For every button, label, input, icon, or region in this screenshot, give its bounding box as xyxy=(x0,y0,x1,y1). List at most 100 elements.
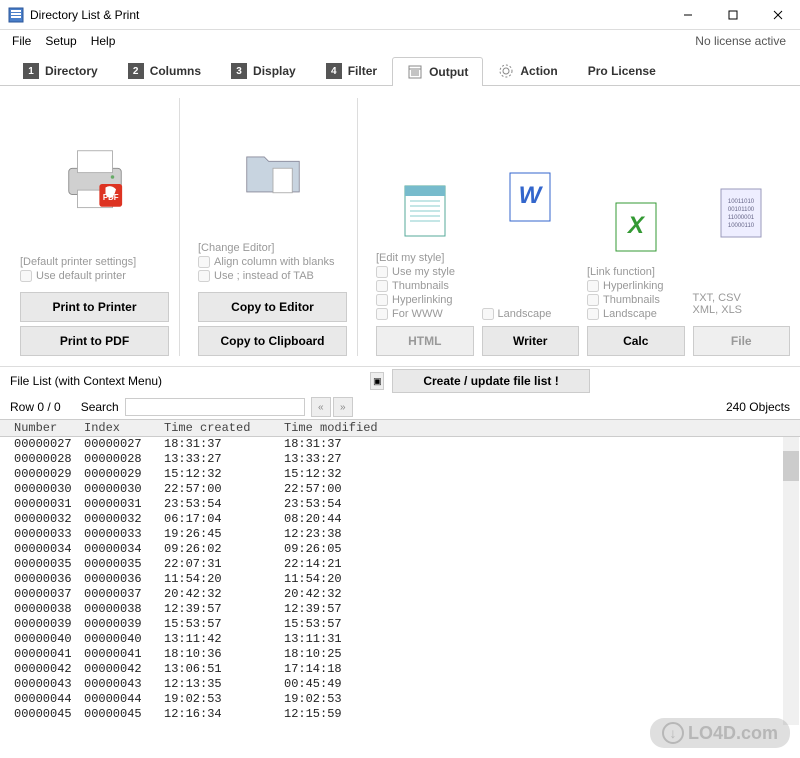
btn-writer[interactable]: Writer xyxy=(482,326,580,356)
table-row[interactable]: 000000350000003522:07:3122:14:21 xyxy=(10,557,790,572)
svg-text:W: W xyxy=(519,182,544,209)
tabbar: 1Directory 2Columns 3Display 4Filter Out… xyxy=(0,56,800,86)
menu-setup[interactable]: Setup xyxy=(39,32,82,50)
excel-icon: X xyxy=(611,195,661,258)
table-row[interactable]: 000000280000002813:33:2713:33:27 xyxy=(10,452,790,467)
btn-copy-to-clipboard[interactable]: Copy to Clipboard xyxy=(198,326,347,356)
search-label: Search xyxy=(81,400,119,414)
table-row[interactable]: 000000410000004118:10:3618:10:25 xyxy=(10,647,790,662)
btn-print-to-printer[interactable]: Print to Printer xyxy=(20,292,169,322)
table-row[interactable]: 000000430000004312:13:3500:45:49 xyxy=(10,677,790,692)
table-row[interactable]: 000000330000003319:26:4512:23:38 xyxy=(10,527,790,542)
tab-action[interactable]: Action xyxy=(483,56,572,85)
col-index[interactable]: Index xyxy=(80,421,160,435)
table-row[interactable]: 000000420000004213:06:5117:14:18 xyxy=(10,662,790,677)
printer-settings-label: [Default printer settings] xyxy=(20,256,169,268)
txt-csv-label: TXT, CSV xyxy=(693,292,791,304)
search-next-button[interactable]: » xyxy=(333,397,353,417)
grid-body[interactable]: 000000270000002718:31:3718:31:3700000028… xyxy=(0,437,800,725)
menubar: File Setup Help No license active xyxy=(0,30,800,52)
col-number[interactable]: Number xyxy=(10,421,80,435)
watermark: ↓ LO4D.com xyxy=(650,718,790,748)
word-icon: W xyxy=(505,165,555,228)
tab-columns[interactable]: 2Columns xyxy=(113,56,216,85)
change-editor-label: [Change Editor] xyxy=(198,242,347,254)
svg-text:10000110: 10000110 xyxy=(728,223,755,229)
xml-xls-label: XML, XLS xyxy=(693,304,791,316)
close-button[interactable] xyxy=(755,0,800,30)
chk-hyperlinking-1[interactable]: Hyperlinking xyxy=(376,294,474,306)
tab-display[interactable]: 3Display xyxy=(216,56,311,85)
binary-file-icon: 10011010 00101100 11000001 10000110 xyxy=(716,181,766,244)
collapse-toggle[interactable]: ▣ xyxy=(370,372,384,390)
svg-text:10011010: 10011010 xyxy=(728,199,755,205)
svg-text:00101100: 00101100 xyxy=(728,207,755,213)
titlebar: Directory List & Print xyxy=(0,0,800,30)
panel-editor: [Change Editor] Align column with blanks… xyxy=(188,98,358,356)
scrollbar-thumb[interactable] xyxy=(783,451,799,481)
btn-create-update-filelist[interactable]: Create / update file list ! xyxy=(392,369,589,393)
chk-align-blanks[interactable]: Align column with blanks xyxy=(198,256,347,268)
table-row[interactable]: 000000380000003812:39:5712:39:57 xyxy=(10,602,790,617)
table-row[interactable]: 000000300000003022:57:0022:57:00 xyxy=(10,482,790,497)
search-input[interactable] xyxy=(125,398,305,416)
btn-calc[interactable]: Calc xyxy=(587,326,685,356)
btn-copy-to-editor[interactable]: Copy to Editor xyxy=(198,292,347,322)
svg-text:11000001: 11000001 xyxy=(728,215,755,221)
grid-header: Number Index Time created Time modified xyxy=(0,419,800,437)
filelist-header: File List (with Context Menu) ▣ Create /… xyxy=(0,366,800,395)
edit-style-label: [Edit my style] xyxy=(376,252,474,264)
btn-html[interactable]: HTML xyxy=(376,326,474,356)
chk-hyperlinking-2[interactable]: Hyperlinking xyxy=(587,280,685,292)
btn-print-to-pdf[interactable]: Print to PDF xyxy=(20,326,169,356)
table-row[interactable]: 000000390000003915:53:5715:53:57 xyxy=(10,617,790,632)
table-row[interactable]: 000000400000004013:11:4213:11:31 xyxy=(10,632,790,647)
svg-text:X: X xyxy=(626,212,646,239)
search-row: Row 0 / 0 Search « » 240 Objects xyxy=(0,395,800,419)
chk-use-semicolon[interactable]: Use ; instead of TAB xyxy=(198,270,347,282)
tab-filter[interactable]: 4Filter xyxy=(311,56,392,85)
btn-file[interactable]: File xyxy=(693,326,791,356)
folder-icon xyxy=(238,135,308,205)
table-row[interactable]: 000000440000004419:02:5319:02:53 xyxy=(10,692,790,707)
col-time-created[interactable]: Time created xyxy=(160,421,280,435)
chk-landscape-2[interactable]: Landscape xyxy=(587,308,685,320)
window-title: Directory List & Print xyxy=(30,8,665,22)
output-content: PDF [Default printer settings] Use defau… xyxy=(0,86,800,366)
chk-use-my-style[interactable]: Use my style xyxy=(376,266,474,278)
filelist-label: File List (with Context Menu) xyxy=(10,374,162,388)
tab-pro-license[interactable]: Pro License xyxy=(573,56,671,85)
menu-help[interactable]: Help xyxy=(85,32,122,50)
printer-icon: PDF xyxy=(60,142,130,212)
col-time-modified[interactable]: Time modified xyxy=(280,421,790,435)
table-row[interactable]: 000000370000003720:42:3220:42:32 xyxy=(10,587,790,602)
download-icon: ↓ xyxy=(662,722,684,744)
table-row[interactable]: 000000310000003123:53:5423:53:54 xyxy=(10,497,790,512)
app-icon xyxy=(8,7,24,23)
table-row[interactable]: 000000290000002915:12:3215:12:32 xyxy=(10,467,790,482)
tab-output[interactable]: Output xyxy=(392,57,483,86)
chk-use-default-printer[interactable]: Use default printer xyxy=(20,270,169,282)
chk-thumbnails-2[interactable]: Thumbnails xyxy=(587,294,685,306)
table-row[interactable]: 000000340000003409:26:0209:26:05 xyxy=(10,542,790,557)
table-row[interactable]: 000000320000003206:17:0408:20:44 xyxy=(10,512,790,527)
maximize-button[interactable] xyxy=(710,0,755,30)
license-status: No license active xyxy=(695,34,794,48)
chk-for-www[interactable]: For WWW xyxy=(376,308,474,320)
minimize-button[interactable] xyxy=(665,0,710,30)
chk-landscape-1[interactable]: Landscape xyxy=(482,308,580,320)
gear-icon xyxy=(498,63,514,79)
panel-output: [Edit my style] Use my style Thumbnails … xyxy=(366,98,790,356)
tab-directory[interactable]: 1Directory xyxy=(8,56,113,85)
row-counter: Row 0 / 0 xyxy=(10,400,61,414)
chk-thumbnails-1[interactable]: Thumbnails xyxy=(376,280,474,292)
panel-printer: PDF [Default printer settings] Use defau… xyxy=(10,98,180,356)
object-count: 240 Objects xyxy=(726,400,790,414)
output-icon xyxy=(407,64,423,80)
html-doc-icon xyxy=(400,181,450,244)
menu-file[interactable]: File xyxy=(6,32,37,50)
link-function-label: [Link function] xyxy=(587,266,685,278)
search-prev-button[interactable]: « xyxy=(311,397,331,417)
table-row[interactable]: 000000360000003611:54:2011:54:20 xyxy=(10,572,790,587)
table-row[interactable]: 000000270000002718:31:3718:31:37 xyxy=(10,437,790,452)
